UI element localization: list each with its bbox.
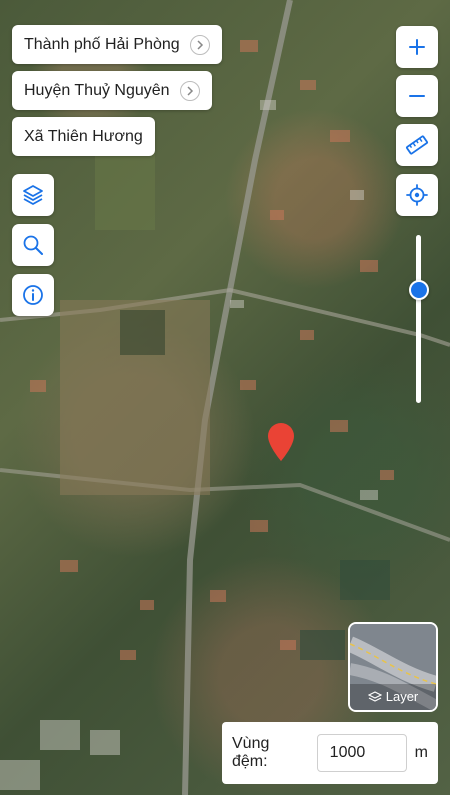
chevron-right-icon (189, 34, 210, 55)
buffer-label: Vùng đệm: (232, 735, 270, 770)
search-button[interactable] (12, 224, 54, 266)
info-icon (23, 285, 43, 305)
opacity-slider-handle[interactable] (408, 280, 429, 301)
buffer-distance-input[interactable] (316, 734, 407, 772)
layers-button[interactable] (12, 174, 54, 216)
layers-icon (23, 185, 43, 205)
breadcrumb-city[interactable]: Thành phố Hải Phòng (12, 25, 222, 64)
breadcrumb-city-label: Thành phố Hải Phòng (24, 35, 180, 53)
layer-switch-label: Layer (385, 689, 419, 704)
zoom-out-button[interactable] (396, 75, 438, 117)
search-icon (23, 235, 43, 255)
zoom-out-icon (409, 95, 425, 97)
layer-switch-label-row: Layer (350, 689, 436, 704)
breadcrumb-district-label: Huyện Thuỷ Nguyên (24, 81, 170, 99)
breadcrumb-commune[interactable]: Xã Thiên Hương (12, 117, 155, 156)
info-button[interactable] (12, 274, 54, 316)
locate-button[interactable] (396, 174, 438, 216)
chevron-right-icon (179, 80, 200, 101)
layers-icon (367, 690, 382, 702)
breadcrumb-commune-label: Xã Thiên Hương (24, 127, 143, 145)
zoom-in-icon (409, 39, 425, 55)
locate-icon (406, 184, 428, 206)
ruler-icon (406, 135, 428, 155)
location-marker-icon[interactable] (266, 422, 296, 462)
opacity-slider-track[interactable] (416, 235, 421, 403)
buffer-unit: m (414, 744, 428, 761)
zoom-in-button[interactable] (396, 26, 438, 68)
layer-switch-button[interactable]: Layer (348, 622, 438, 712)
breadcrumb-district[interactable]: Huyện Thuỷ Nguyên (12, 71, 212, 110)
buffer-panel: Vùng đệm: m (222, 722, 438, 784)
measure-button[interactable] (396, 124, 438, 166)
